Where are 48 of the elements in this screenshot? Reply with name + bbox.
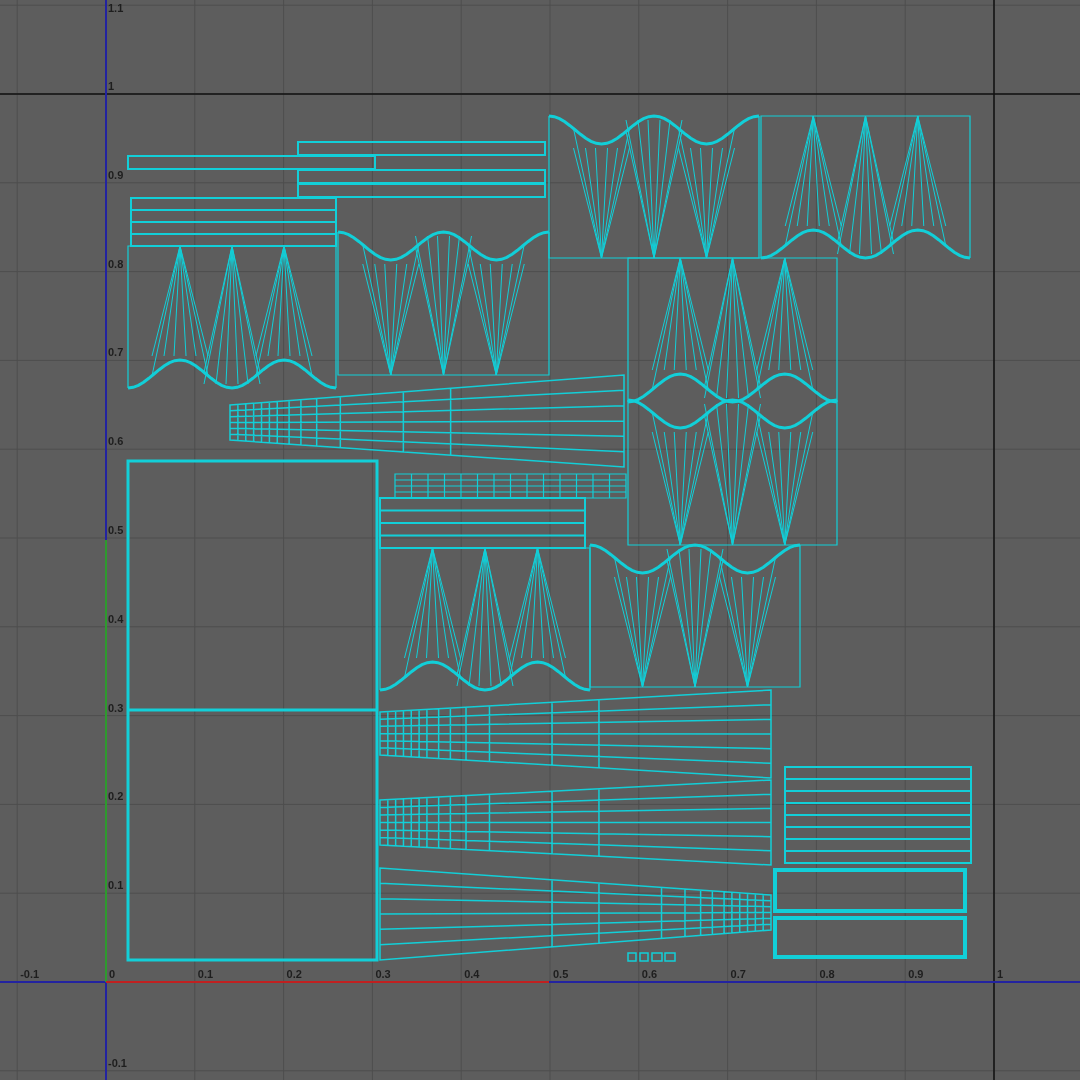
- uv-shell[interactable]: [127, 245, 337, 390]
- axis-label: 0.7: [730, 968, 746, 980]
- uv-shell[interactable]: [297, 141, 546, 156]
- uv-shell[interactable]: [627, 952, 676, 962]
- axis-label: 0.9: [108, 168, 124, 181]
- uv-shell[interactable]: [379, 497, 586, 549]
- uv-shell[interactable]: [126, 459, 379, 962]
- uv-shell[interactable]: [379, 547, 591, 692]
- uv-shell[interactable]: [379, 867, 772, 961]
- axis-label: 0.1: [197, 968, 214, 980]
- uv-shell[interactable]: [297, 183, 546, 198]
- axis-label: 0.4: [108, 612, 124, 625]
- uv-shell[interactable]: [627, 398, 838, 546]
- uv-shell[interactable]: [589, 543, 801, 688]
- axis-label: 0.9: [908, 968, 924, 980]
- axis-label: 0.5: [553, 968, 569, 980]
- axis-label: 0.6: [108, 435, 124, 448]
- uv-shell[interactable]: [773, 868, 967, 959]
- axis-label: 0.8: [819, 968, 835, 980]
- uv-shell[interactable]: [627, 257, 838, 404]
- axis-label: 0.2: [286, 968, 302, 980]
- axis-label: 0.3: [375, 968, 391, 980]
- uv-shell[interactable]: [127, 155, 376, 170]
- axis-label: 0.3: [108, 701, 124, 714]
- uv-shell[interactable]: [297, 169, 546, 184]
- axis-label: -0.1: [20, 968, 40, 980]
- axis-label: 0.4: [464, 968, 480, 980]
- axis-label: 1.1: [108, 2, 124, 14]
- uv-shell[interactable]: [784, 766, 972, 864]
- uv-shell[interactable]: [760, 115, 971, 260]
- uv-shell[interactable]: [379, 779, 772, 866]
- uv-shell[interactable]: [337, 230, 550, 376]
- axis-label: 0.8: [108, 257, 124, 270]
- axis-label: 0.1: [108, 879, 124, 892]
- axis-label: -0.1: [108, 1056, 127, 1069]
- uv-shell[interactable]: [229, 374, 625, 468]
- uv-shell[interactable]: [130, 197, 337, 247]
- uv-shell[interactable]: [394, 473, 627, 499]
- uv-shell[interactable]: [548, 114, 760, 259]
- uv-editor-canvas[interactable]: -0.1 0 0.1 0.2 0.3 0.4 0.5 0.6 0.7 0.8 0.9 1 1.1 1 0.9 0.8 0.7 0.6 0.5 0.4 0.3 0.2 0.1 -0.1: [0, 0, 1080, 1080]
- axis-label: 1: [997, 968, 1004, 980]
- uv-shell[interactable]: [379, 689, 772, 779]
- axis-label: 0.6: [641, 968, 658, 980]
- axis-label: 0.7: [108, 346, 124, 359]
- axis-label: 1: [108, 80, 115, 92]
- axis-label: 0: [109, 968, 116, 980]
- axis-label: 0.5: [108, 524, 124, 536]
- axis-label: 0.2: [108, 790, 124, 803]
